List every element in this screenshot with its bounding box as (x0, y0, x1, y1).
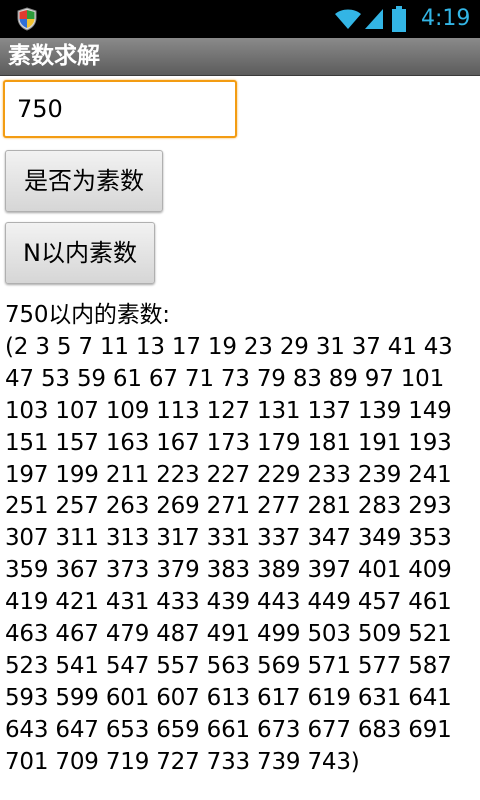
result-line: 103 107 109 113 127 131 137 139 149 (5, 397, 452, 424)
result-text: 750以内的素数: (2 3 5 7 11 13 17 19 23 29 31 … (5, 300, 475, 779)
result-heading: 750以内的素数: (5, 302, 170, 328)
shield-icon (17, 7, 37, 31)
check-prime-button[interactable]: 是否为素数 (5, 150, 163, 212)
result-line: 593 599 601 607 613 617 619 631 641 (5, 684, 452, 711)
battery-icon (392, 6, 406, 32)
result-line: 463 467 479 487 491 499 503 509 521 (5, 621, 452, 648)
status-clock: 4:19 (421, 6, 471, 31)
result-line: (2 3 5 7 11 13 17 19 23 29 31 37 41 43 (5, 333, 453, 360)
status-bar: 4:19 (0, 0, 480, 38)
main-content: 是否为素数 N以内素数 750以内的素数: (2 3 5 7 11 13 17 … (0, 76, 480, 800)
result-line: 197 199 211 223 227 229 233 239 241 (5, 461, 452, 488)
result-line: 307 311 313 317 331 337 347 349 353 (5, 525, 452, 552)
number-input[interactable] (3, 80, 237, 138)
result-line: 47 53 59 61 67 71 73 79 83 89 97 101 (5, 365, 445, 392)
primes-within-n-button[interactable]: N以内素数 (5, 222, 155, 284)
result-line: 251 257 263 269 271 277 281 283 293 (5, 493, 452, 520)
result-line: 151 157 163 167 173 179 181 191 193 (5, 429, 452, 456)
result-line: 701 709 719 727 733 739 743) (5, 748, 360, 775)
result-line: 523 541 547 557 563 569 571 577 587 (5, 652, 452, 679)
result-line: 359 367 373 379 383 389 397 401 409 (5, 557, 452, 584)
result-line: 419 421 431 433 439 443 449 457 461 (5, 589, 452, 616)
app-title-bar: 素数求解 (0, 38, 480, 76)
wifi-icon (335, 9, 361, 29)
result-line: 643 647 653 659 661 673 677 683 691 (5, 716, 452, 743)
signal-icon (365, 9, 383, 29)
app-title: 素数求解 (8, 43, 100, 69)
